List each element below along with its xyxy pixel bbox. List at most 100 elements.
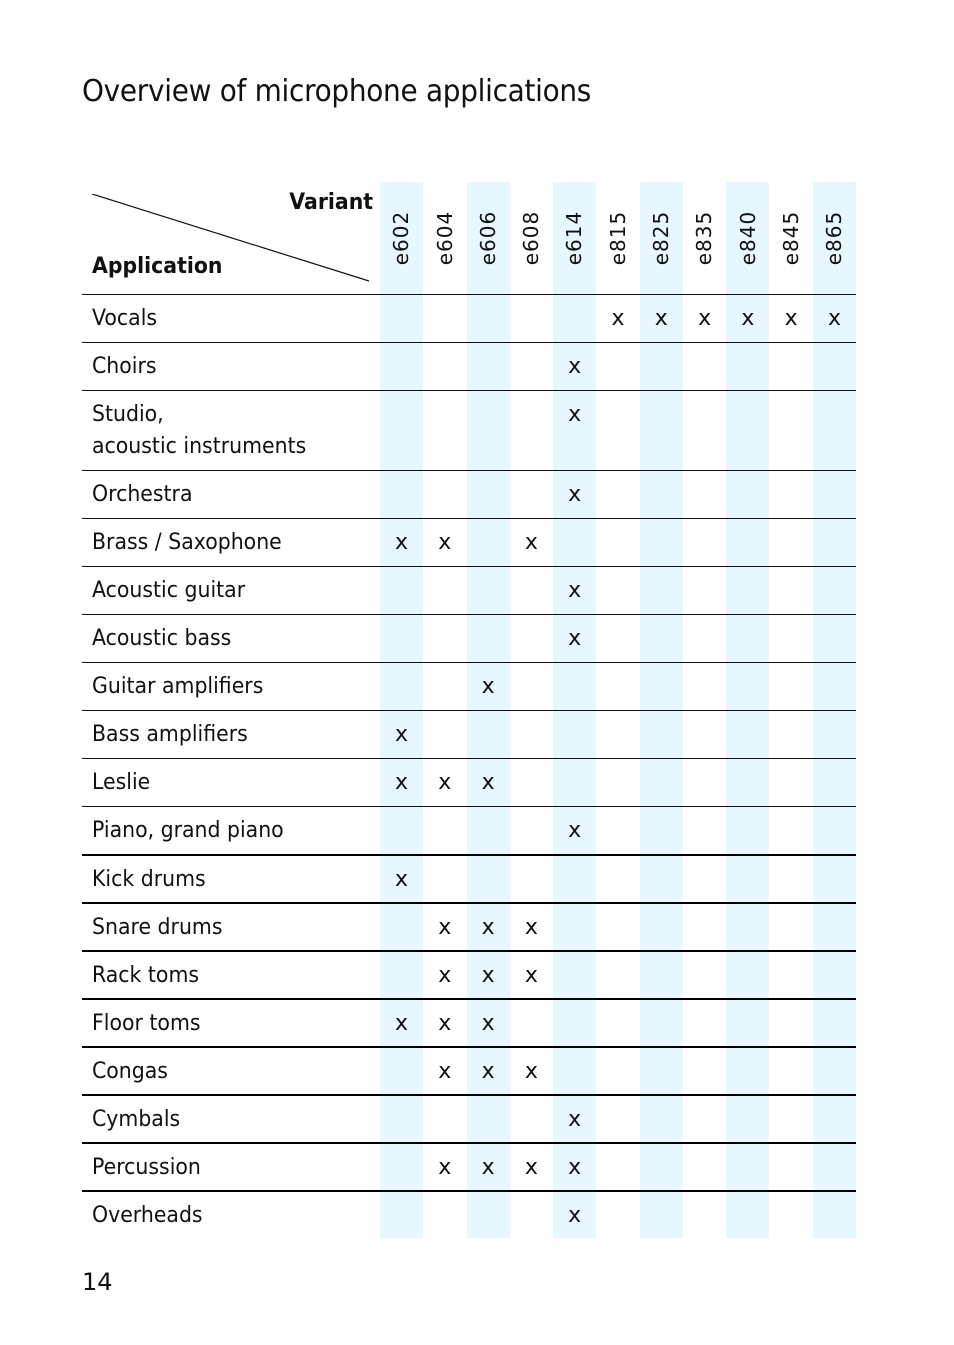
- application-mark: x: [784, 306, 798, 331]
- table-row: Floor toms x x x: [82, 998, 856, 1046]
- application-mark: x: [568, 354, 582, 379]
- table-row: Cymbals x: [82, 1094, 856, 1142]
- table-row: Rack toms x x x: [82, 950, 856, 998]
- application-mark: x: [611, 306, 625, 331]
- row-label: Guitar amplifiers: [92, 674, 264, 699]
- row-label: Leslie: [92, 770, 151, 795]
- application-mark: x: [438, 915, 452, 940]
- application-mark: x: [438, 530, 452, 555]
- column-header: e614: [553, 182, 596, 294]
- application-mark: x: [438, 770, 452, 795]
- application-mark: x: [654, 306, 668, 331]
- table-row: Piano, grand piano x: [82, 806, 856, 854]
- row-label: Rack toms: [92, 963, 200, 988]
- column-header: e604: [423, 182, 466, 294]
- column-header: e815: [597, 182, 640, 294]
- column-header: e606: [467, 182, 510, 294]
- column-header: e845: [770, 182, 813, 294]
- page-title: Overview of microphone applications: [82, 74, 592, 109]
- application-mark: x: [481, 1011, 495, 1036]
- table-row: Guitar amplifiers x: [82, 662, 856, 710]
- application-mark: x: [568, 626, 582, 651]
- application-mark: x: [394, 722, 409, 747]
- column-header: e602: [380, 182, 423, 294]
- application-mark: x: [568, 818, 582, 843]
- application-mark: x: [481, 1155, 495, 1180]
- application-mark: x: [568, 482, 582, 507]
- application-mark: x: [568, 402, 582, 427]
- application-mark: x: [524, 963, 538, 988]
- row-label: Bass amplifiers: [92, 722, 248, 747]
- application-mark: x: [438, 1155, 452, 1180]
- application-mark: x: [481, 1059, 495, 1084]
- column-header-label: e602: [389, 210, 414, 266]
- row-label: Snare drums: [92, 915, 223, 940]
- table-row: Bass amplifiers x: [82, 710, 856, 758]
- application-mark: x: [394, 867, 409, 892]
- application-mark: x: [394, 770, 409, 795]
- column-header-label: e614: [562, 210, 587, 266]
- application-mark: x: [438, 1011, 452, 1036]
- table-row: Orchestra x: [82, 470, 856, 518]
- table-row: Studio, acoustic instruments x: [82, 390, 856, 470]
- application-mark: x: [438, 963, 452, 988]
- column-header-label: e606: [476, 210, 501, 266]
- column-header: e865: [813, 182, 856, 294]
- application-mark: x: [481, 915, 495, 940]
- row-label: Floor toms: [92, 1011, 201, 1036]
- column-header-label: e840: [735, 210, 760, 266]
- row-label: Brass / Saxophone: [92, 530, 282, 555]
- table-header: Variant Application e602 e604 e606 e608 e614…: [82, 182, 856, 294]
- row-label: Orchestra: [92, 482, 193, 507]
- row-label: Piano, grand piano: [92, 818, 284, 843]
- column-header-label: e865: [822, 210, 847, 266]
- column-header: e835: [683, 182, 726, 294]
- application-mark: x: [568, 1155, 582, 1180]
- column-header: e825: [640, 182, 683, 294]
- application-mark: x: [568, 578, 582, 603]
- application-mark: x: [481, 674, 495, 699]
- application-mark: x: [394, 530, 409, 555]
- table-body: Vocals x x x x x x Choirs x Studio, acoustic inst…: [82, 294, 856, 1238]
- column-header-label: e815: [606, 210, 631, 266]
- table-row: Kick drums x: [82, 854, 856, 902]
- column-header-label: e835: [692, 210, 717, 266]
- column-header-label: e845: [779, 210, 804, 266]
- table-row: Vocals x x x x x x: [82, 294, 856, 342]
- table-row: Choirs x: [82, 342, 856, 390]
- table-row: Brass / Saxophone x x x: [82, 518, 856, 566]
- application-mark: x: [524, 530, 538, 555]
- row-label: Overheads: [92, 1203, 203, 1228]
- application-header-label: Application: [92, 254, 223, 279]
- table-row: Percussion x x x x: [82, 1142, 856, 1190]
- row-label: Acoustic guitar: [92, 578, 246, 603]
- application-mark: x: [568, 1203, 582, 1228]
- row-label: Congas: [92, 1059, 168, 1084]
- application-mark: x: [524, 1155, 538, 1180]
- row-label: Kick drums: [92, 867, 206, 892]
- row-label: Percussion: [92, 1155, 201, 1180]
- column-header-label: e825: [649, 210, 674, 266]
- application-mark: x: [481, 770, 495, 795]
- row-label: Acoustic bass: [92, 626, 232, 651]
- column-header: e608: [510, 182, 553, 294]
- application-mark: x: [827, 306, 842, 331]
- table-row: Leslie x x x: [82, 758, 856, 806]
- table-row: Acoustic bass x: [82, 614, 856, 662]
- table-row: Congas x x x: [82, 1046, 856, 1094]
- application-mark: x: [568, 1107, 582, 1132]
- column-header-label: e608: [519, 210, 544, 266]
- row-label: Vocals: [92, 306, 158, 331]
- row-label: Studio, acoustic instruments: [92, 402, 307, 459]
- column-header-label: e604: [432, 210, 457, 266]
- application-mark: x: [524, 915, 538, 940]
- application-mark: x: [481, 963, 495, 988]
- page-number: 14: [82, 1268, 113, 1296]
- application-mark: x: [394, 1011, 409, 1036]
- application-mark: x: [524, 1059, 538, 1084]
- application-mark: x: [698, 306, 712, 331]
- table-row: Overheads x: [82, 1190, 856, 1238]
- application-mark: x: [438, 1059, 452, 1084]
- row-label: Choirs: [92, 354, 157, 379]
- variant-header-label: Variant: [289, 190, 373, 215]
